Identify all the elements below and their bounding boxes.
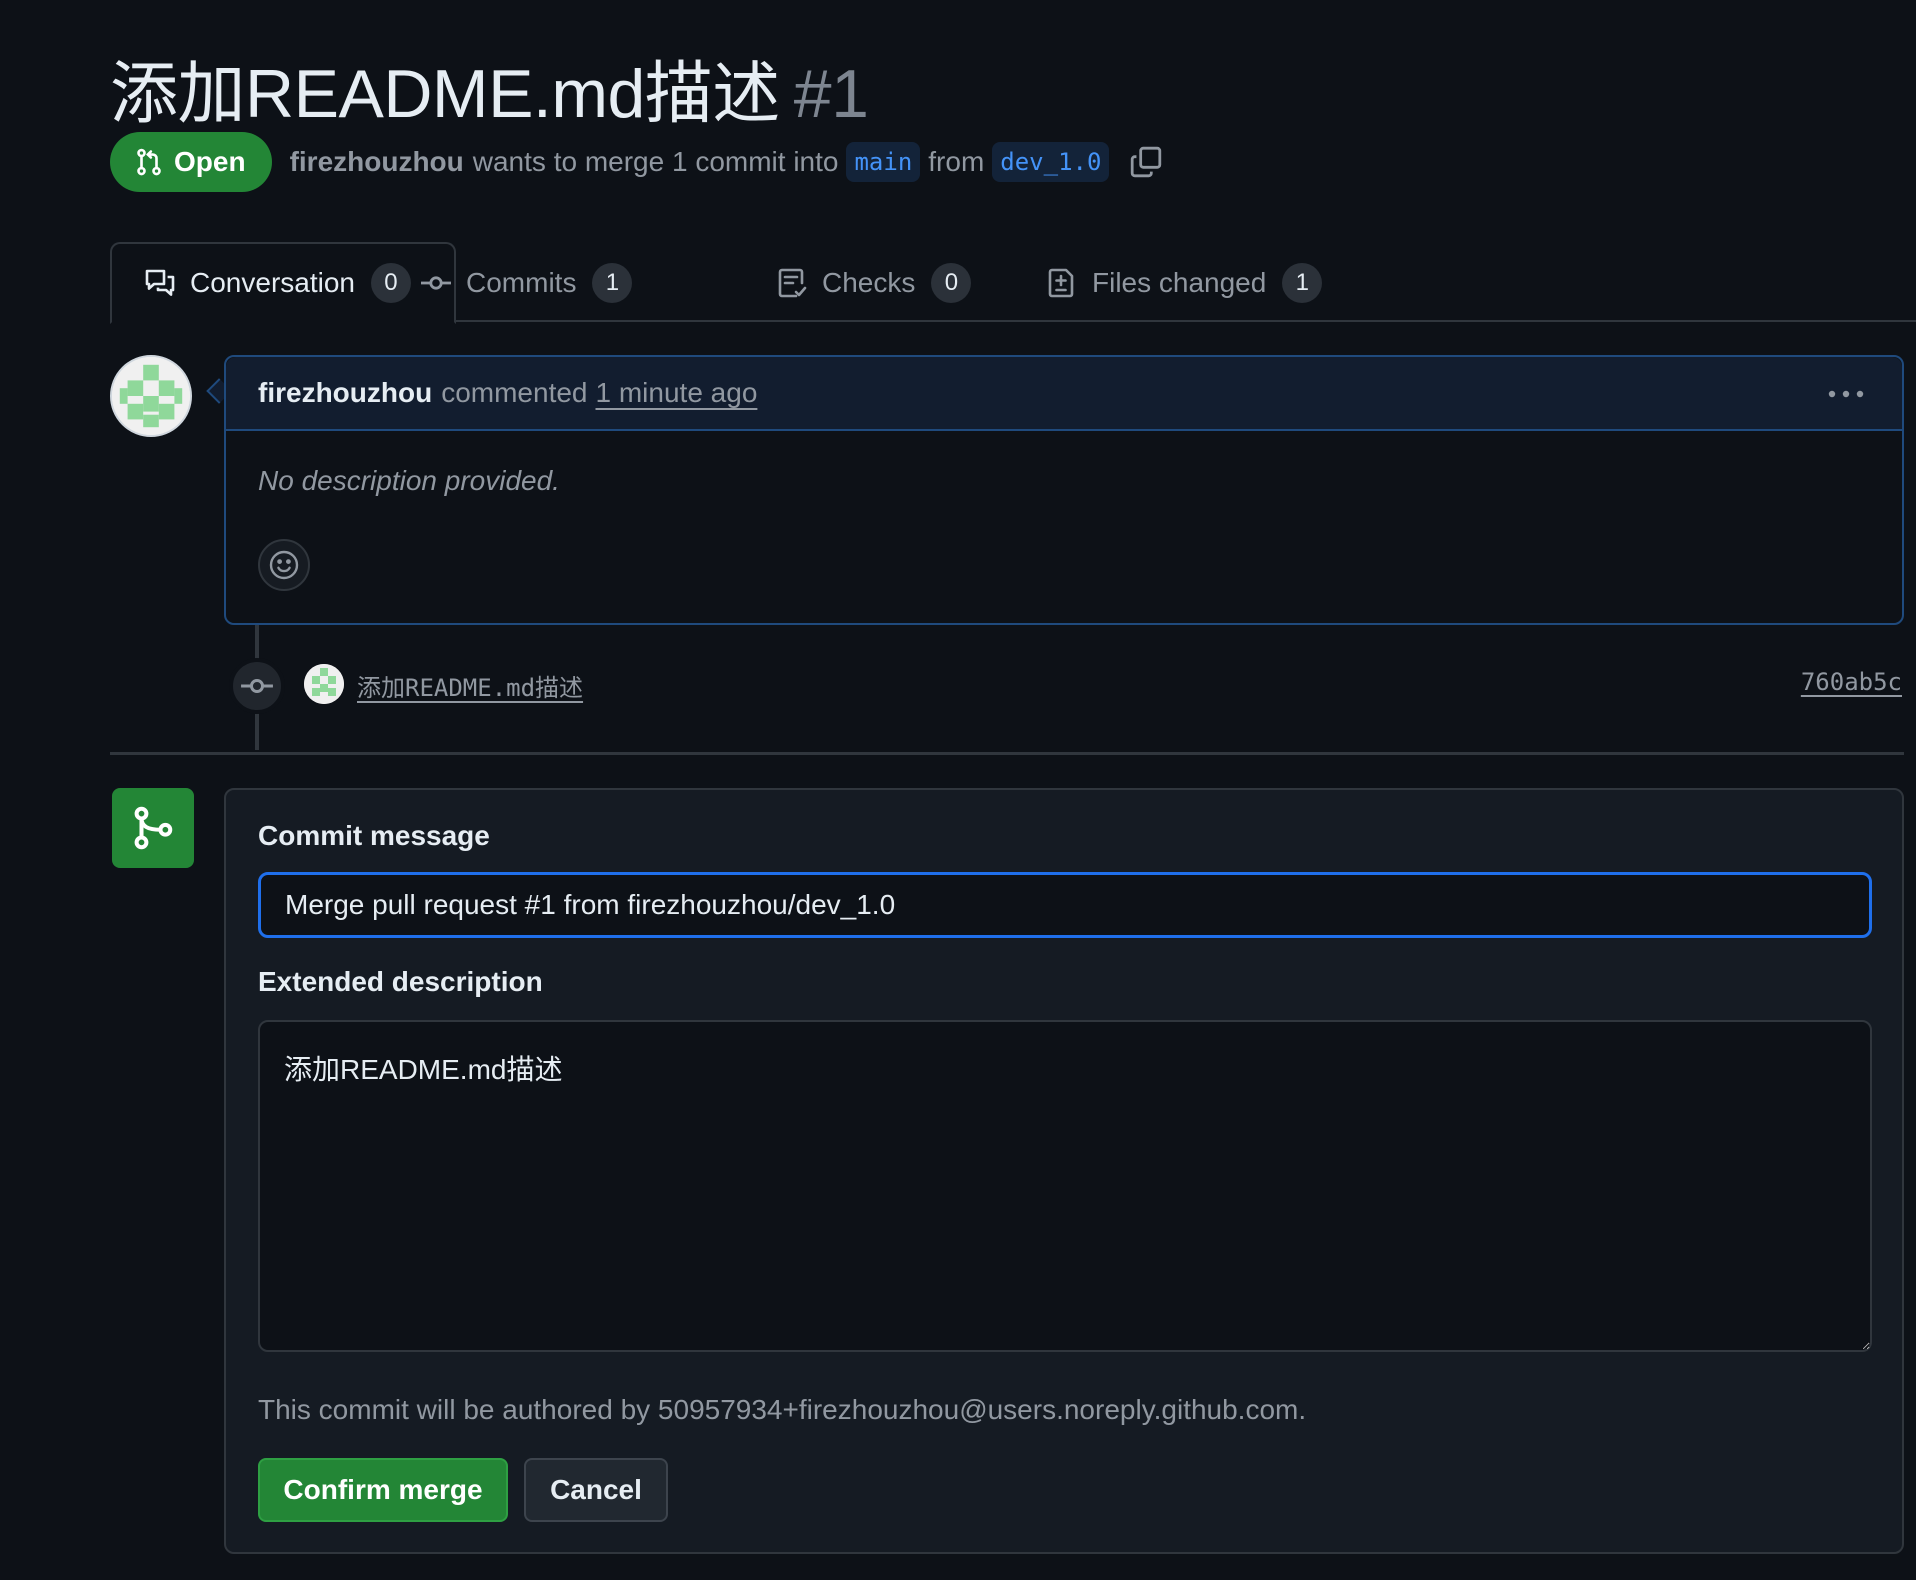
tab-files-changed-label: Files changed <box>1092 267 1267 298</box>
head-branch[interactable]: dev_1.0 <box>992 142 1110 182</box>
merge-form: Commit message Extended description 添加RE… <box>224 788 1904 1554</box>
commit-message-input[interactable] <box>258 872 1872 938</box>
commit-sha-link[interactable]: 760ab5c <box>1801 668 1902 696</box>
cancel-button[interactable]: Cancel <box>524 1458 668 1522</box>
pull-request-page: 添加README.md描述 #1 Open firezhouzhou wants … <box>0 0 1916 1580</box>
state-label: Open <box>174 146 246 177</box>
timeline-commit-node <box>229 658 285 714</box>
comment-body: No description provided. <box>258 465 560 496</box>
tab-commits-label: Commits <box>466 267 577 298</box>
add-reaction-button[interactable] <box>258 539 310 591</box>
identicon-avatar-image <box>304 664 344 704</box>
pr-title-text: 添加README.md描述 <box>110 56 780 132</box>
kebab-horizontal-icon[interactable] <box>1826 379 1866 409</box>
git-commit-icon <box>241 678 273 694</box>
tab-commits-count: 1 <box>592 263 633 303</box>
smiley-icon <box>269 550 299 580</box>
tab-checks-count: 0 <box>931 263 972 303</box>
base-branch[interactable]: main <box>846 142 921 182</box>
pr-author-link[interactable]: firezhouzhou <box>290 146 464 178</box>
file-diff-icon <box>1048 268 1074 298</box>
pr-meta-row: Open firezhouzhou wants to merge 1 commi… <box>110 132 1163 192</box>
page-title: 添加README.md描述 #1 <box>110 38 869 137</box>
copy-icon[interactable] <box>1129 145 1163 179</box>
pr-tabs: Conversation 0 Commits 1 Checks 0 Files … <box>110 242 1916 324</box>
from-text: from <box>928 146 985 177</box>
merge-status-icon <box>112 788 194 868</box>
merge-text: wants to merge 1 commit into <box>472 146 839 177</box>
tab-checks[interactable]: Checks 0 <box>776 242 972 324</box>
avatar[interactable] <box>110 355 192 437</box>
commit-message-link[interactable]: 添加README.md描述 <box>357 668 583 703</box>
tab-checks-label: Checks <box>822 267 916 298</box>
commit-message-label: Commit message <box>258 820 490 851</box>
tab-conversation[interactable]: Conversation 0 <box>110 242 456 324</box>
comment-discussion-icon <box>145 269 175 296</box>
comment-author-link[interactable]: firezhouzhou <box>258 377 432 409</box>
author-note: This commit will be authored by 50957934… <box>258 1394 1307 1425</box>
tab-conversation-count: 0 <box>370 263 411 303</box>
checklist-icon <box>778 268 807 298</box>
extended-description-label: Extended description <box>258 966 543 997</box>
extended-description-textarea[interactable]: 添加README.md描述 <box>258 1020 1872 1352</box>
tab-commits[interactable]: Commits 1 <box>420 242 633 324</box>
git-pull-request-icon <box>137 148 161 176</box>
comment-header: firezhouzhou commented 1 minute ago <box>226 357 1902 431</box>
state-badge: Open <box>110 132 272 192</box>
tab-files-changed[interactable]: Files changed 1 <box>1046 242 1323 324</box>
confirm-merge-button[interactable]: Confirm merge <box>258 1458 508 1522</box>
tab-conversation-label: Conversation <box>190 267 355 298</box>
commit-author-avatar[interactable] <box>304 664 344 704</box>
comment-action: commented <box>441 377 588 408</box>
comment-timestamp[interactable]: 1 minute ago <box>596 377 758 409</box>
tab-files-changed-count: 1 <box>1282 263 1323 303</box>
pr-number: #1 <box>793 56 869 132</box>
identicon-avatar-image <box>112 357 190 435</box>
timeline-divider <box>110 752 1904 755</box>
git-merge-icon <box>134 806 173 850</box>
git-commit-icon <box>421 276 451 290</box>
comment-card: firezhouzhou commented 1 minute ago No d… <box>224 355 1904 625</box>
